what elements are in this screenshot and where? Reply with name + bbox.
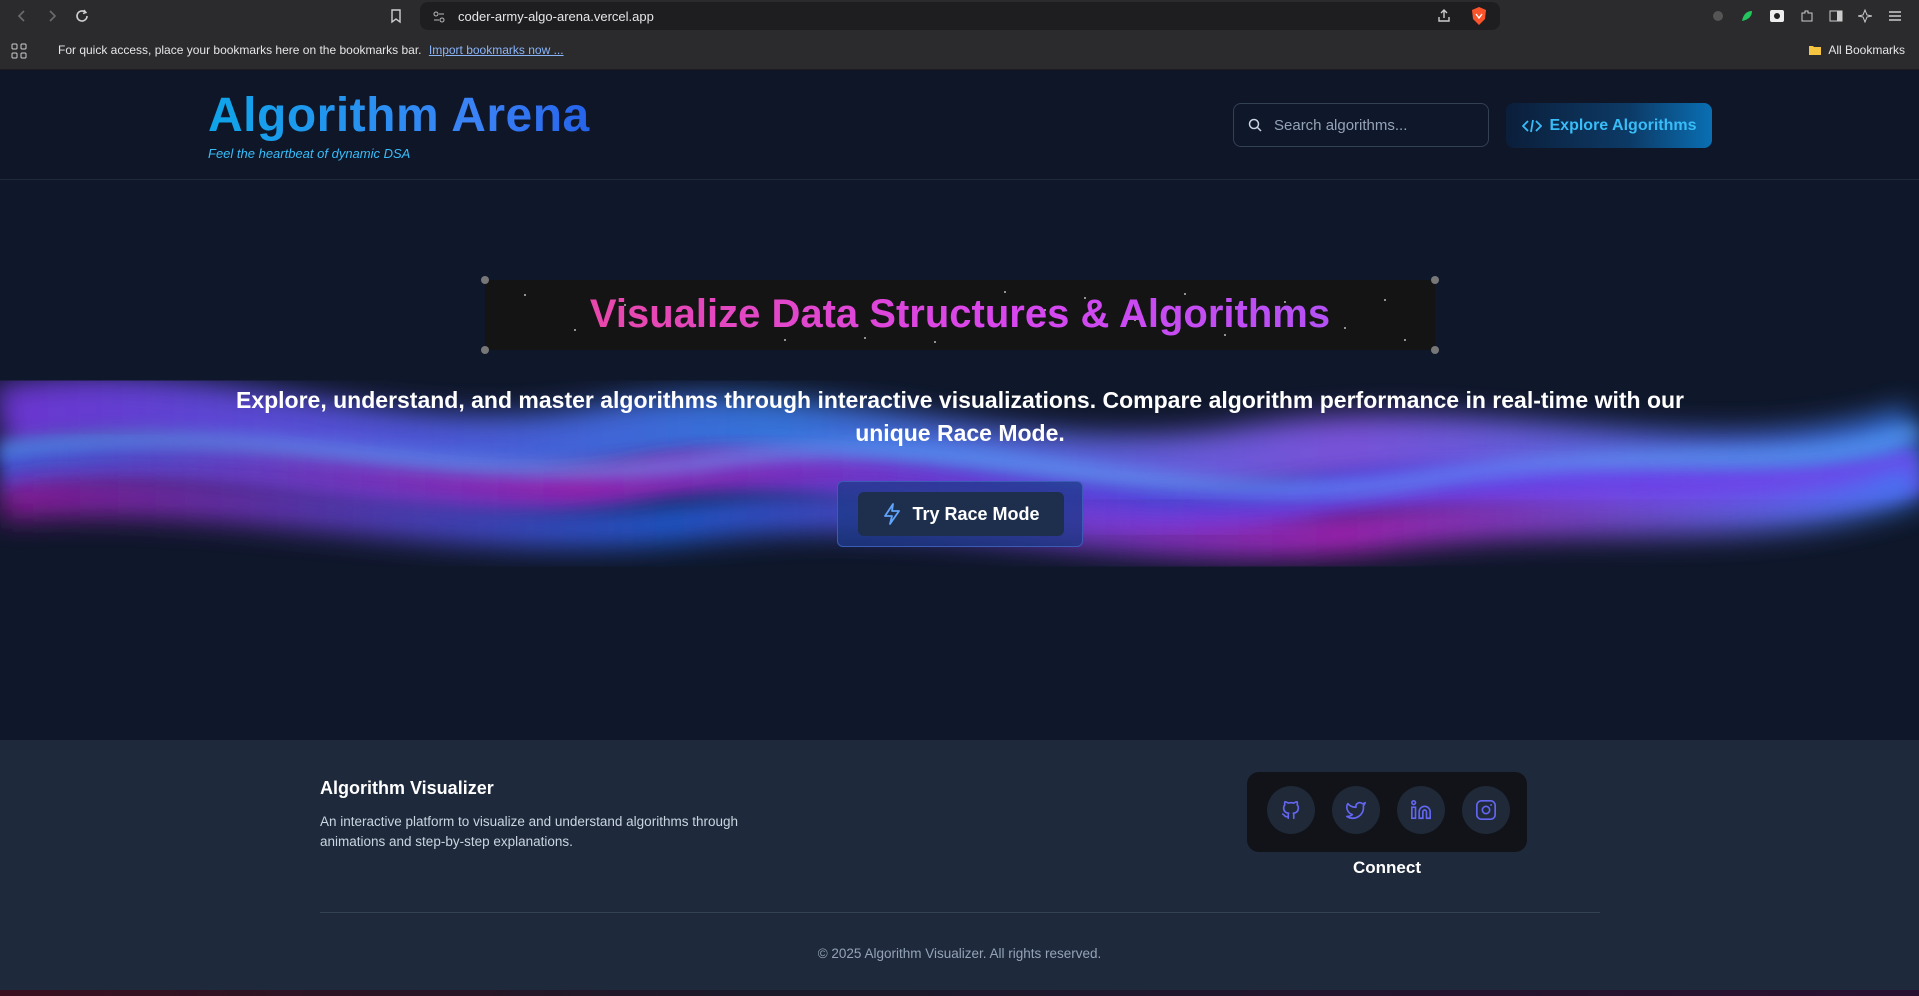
brave-shield-icon[interactable]: [1470, 6, 1488, 30]
extension-icon[interactable]: [1708, 6, 1728, 26]
all-bookmarks-button[interactable]: All Bookmarks: [1808, 43, 1905, 57]
eye-extension-icon[interactable]: [1767, 6, 1787, 26]
bookmarks-message-text: For quick access, place your bookmarks h…: [58, 43, 422, 57]
social-links: [1247, 772, 1527, 852]
bookmarks-message: For quick access, place your bookmarks h…: [58, 43, 564, 57]
twitter-icon[interactable]: [1332, 786, 1380, 834]
bookmark-icon[interactable]: [384, 4, 408, 28]
leo-ai-icon[interactable]: [1855, 6, 1875, 26]
resize-handle[interactable]: [1431, 276, 1439, 284]
lightning-icon: [884, 503, 901, 525]
hero-description: Explore, understand, and master algorith…: [235, 387, 1684, 446]
resize-handle[interactable]: [1431, 346, 1439, 354]
all-bookmarks-label: All Bookmarks: [1828, 43, 1905, 57]
menu-icon[interactable]: [1885, 6, 1905, 26]
instagram-icon[interactable]: [1462, 786, 1510, 834]
url-text: coder-army-algo-arena.vercel.app: [458, 8, 654, 24]
hero-title: Visualize Data Structures & Algorithms: [485, 292, 1435, 337]
footer-description: An interactive platform to visualize and…: [320, 814, 738, 849]
share-icon[interactable]: [1436, 8, 1452, 28]
footer-divider: [320, 912, 1600, 913]
site-header: Algorithm Arena Feel the heartbeat of dy…: [0, 70, 1919, 180]
resize-handle[interactable]: [481, 276, 489, 284]
explore-algorithms-button[interactable]: Explore Algorithms: [1506, 103, 1712, 148]
hero-title-box: Visualize Data Structures & Algorithms: [481, 276, 1439, 354]
search-box[interactable]: [1233, 103, 1489, 147]
folder-icon: [1809, 46, 1822, 55]
import-bookmarks-link[interactable]: Import bookmarks now ...: [429, 43, 564, 57]
try-race-mode-button[interactable]: Try Race Mode: [858, 492, 1064, 536]
site-footer: Algorithm Visualizer An interactive plat…: [0, 740, 1919, 990]
site-subtitle: Feel the heartbeat of dynamic DSA: [208, 146, 411, 161]
page: Algorithm Arena Feel the heartbeat of dy…: [0, 70, 1919, 990]
code-icon: [1521, 119, 1542, 132]
bookmarks-bar: For quick access, place your bookmarks h…: [0, 32, 1919, 70]
extension-leaf-icon[interactable]: [1737, 6, 1757, 26]
try-race-mode-label: Try Race Mode: [912, 503, 1040, 524]
forward-icon[interactable]: [40, 4, 64, 28]
browser-toolbar: coder-army-algo-arena.vercel.app: [0, 0, 1919, 32]
copyright-text: © 2025 Algorithm Visualizer. All rights …: [817, 946, 1102, 961]
footer-title: Algorithm Visualizer: [320, 778, 494, 798]
site-settings-icon[interactable]: [432, 9, 446, 28]
reload-icon[interactable]: [70, 4, 94, 28]
puzzle-icon[interactable]: [1797, 6, 1817, 26]
search-icon: [1248, 117, 1262, 136]
site-title[interactable]: Algorithm Arena: [208, 88, 590, 143]
address-bar[interactable]: coder-army-algo-arena.vercel.app: [420, 2, 1500, 30]
wave-background: [0, 375, 1919, 558]
sidebar-icon[interactable]: [1826, 6, 1846, 26]
hero-section: Visualize Data Structures & Algorithms E…: [0, 180, 1919, 740]
race-mode-wrapper: Try Race Mode: [837, 481, 1083, 547]
search-input[interactable]: [1274, 116, 1474, 134]
taskbar-edge: [0, 990, 1919, 996]
apps-grid-icon[interactable]: [11, 43, 27, 63]
back-icon[interactable]: [10, 4, 34, 28]
github-icon[interactable]: [1267, 786, 1315, 834]
connect-label: Connect: [1353, 858, 1421, 877]
explore-algorithms-label: Explore Algorithms: [1549, 116, 1697, 134]
linkedin-icon[interactable]: [1397, 786, 1445, 834]
resize-handle[interactable]: [481, 346, 489, 354]
